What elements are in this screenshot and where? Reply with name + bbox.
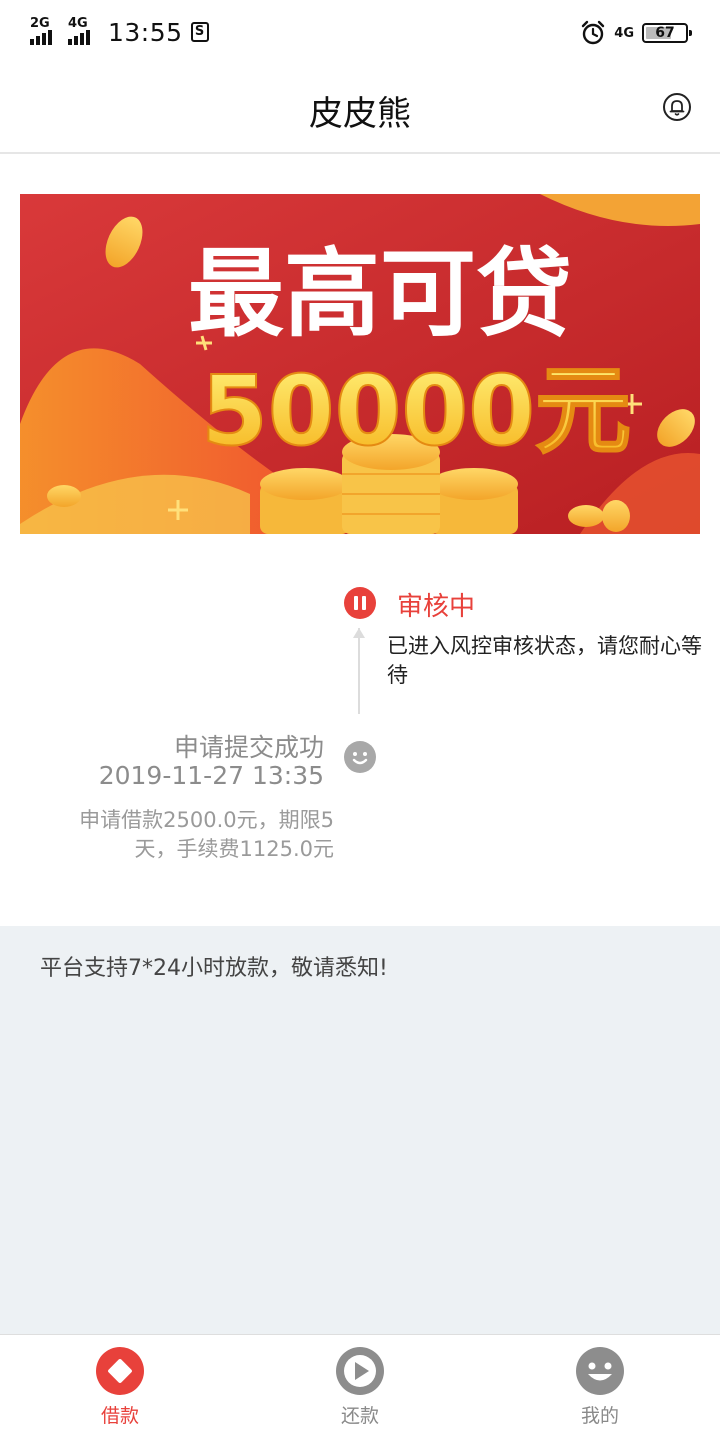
- tab-repay[interactable]: 还款: [300, 1347, 420, 1433]
- signal-4g-icon: 4G: [68, 17, 100, 47]
- network-4g-icon: 4G: [614, 25, 634, 41]
- alarm-icon: [582, 20, 605, 45]
- signal-2g-icon: 2G: [30, 17, 62, 47]
- notice-panel: 平台支持7*24小时放款，敬请悉知!: [0, 926, 720, 1334]
- promo-banner[interactable]: 最高可贷 50000元: [20, 194, 700, 534]
- review-status-title: 审核中: [397, 592, 476, 622]
- profile-smile-icon: [576, 1347, 624, 1395]
- bottom-tab-bar: 借款 还款 我的: [0, 1334, 720, 1436]
- signal-2g-label: 2G: [30, 16, 50, 31]
- tab-loan-label: 借款: [100, 1405, 139, 1427]
- bell-icon[interactable]: [662, 92, 692, 122]
- tab-repay-label: 还款: [340, 1405, 379, 1427]
- review-status-desc: 已进入风控审核状态，请您耐心等待: [387, 634, 702, 687]
- submit-status-title: 申请提交成功: [173, 733, 324, 762]
- battery-level: 67: [655, 25, 675, 41]
- status-bar: 2G 4G 13:55 S 4G 67: [0, 0, 720, 66]
- smile-icon: [344, 741, 376, 773]
- submit-timestamp: 2019-11-27 13:35: [98, 761, 324, 790]
- status-bar-right: 4G 67: [580, 18, 692, 48]
- app-header: 皮皮熊: [0, 66, 720, 154]
- tab-profile-label: 我的: [580, 1405, 619, 1427]
- promo-banner-art: 最高可贷 50000元: [20, 194, 700, 534]
- notice-text: 平台支持7*24小时放款，敬请悉知!: [40, 956, 388, 981]
- submit-detail: 申请借款2500.0元，期限5天，手续费1125.0元: [79, 808, 334, 861]
- loan-diamond-icon: [96, 1347, 144, 1395]
- pause-status-icon: [344, 587, 376, 619]
- timeline-arrow-icon: [353, 628, 365, 638]
- banner-line2: 50000元: [201, 355, 631, 467]
- s-notification-icon: S: [190, 22, 209, 42]
- timeline-connector: [358, 628, 360, 714]
- banner-line1: 最高可贷: [188, 238, 572, 350]
- repay-play-icon: [336, 1347, 384, 1395]
- battery-icon: 67: [642, 23, 692, 43]
- tab-loan[interactable]: 借款: [60, 1347, 180, 1433]
- tab-profile[interactable]: 我的: [540, 1347, 660, 1433]
- status-bar-left: 2G 4G 13:55 S: [30, 14, 209, 50]
- signal-4g-label: 4G: [68, 16, 88, 31]
- clock: 13:55: [108, 17, 183, 47]
- page-title: 皮皮熊: [309, 94, 411, 134]
